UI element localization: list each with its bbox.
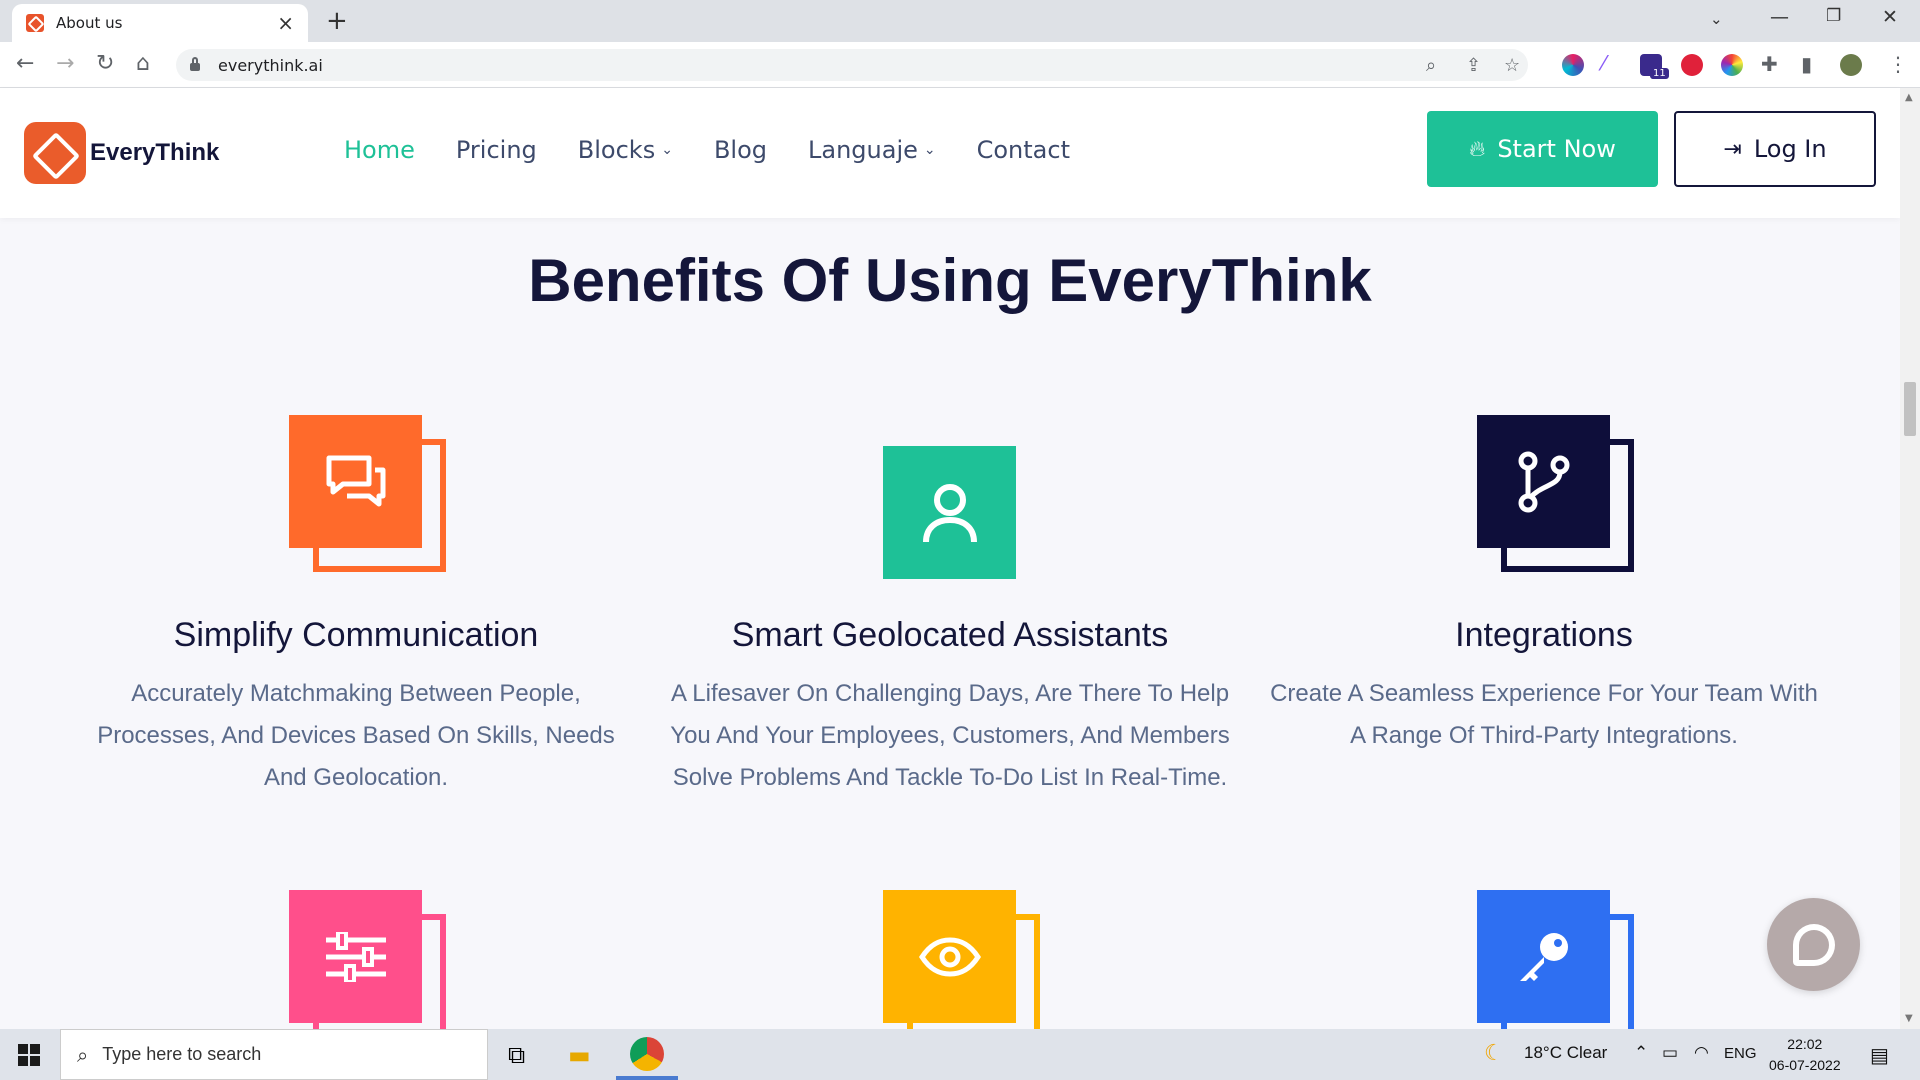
- adblock-icon[interactable]: [1681, 54, 1703, 76]
- nav-blog[interactable]: Blog: [714, 136, 767, 164]
- login-arrow-icon: ⇥: [1723, 136, 1742, 162]
- start-now-button[interactable]: 🔥︎ Start Now: [1427, 111, 1658, 187]
- security-feature-icon: [1477, 890, 1634, 1047]
- nav-contact[interactable]: Contact: [977, 136, 1070, 164]
- chat-bubbles-icon: [289, 415, 422, 548]
- back-arrow-icon[interactable]: ←: [16, 51, 34, 76]
- address-bar[interactable]: everythink.ai ⌕ ⇪ ☆: [176, 49, 1528, 81]
- clock-time: 22:02: [1787, 1036, 1823, 1052]
- integrations-feature-icon: [1477, 415, 1634, 572]
- settings-feature-icon: [289, 890, 446, 1047]
- eye-icon: [883, 890, 1016, 1023]
- nav-language-label: Languaje: [808, 136, 918, 164]
- site-favicon-icon: [26, 14, 44, 32]
- nav-blocks-label: Blocks: [577, 136, 656, 164]
- address-toolbar: ← → ↻ ⌂ everythink.ai ⌕ ⇪ ☆ ⁄ 11 ✚ ▮ ⋮: [0, 42, 1920, 88]
- extension-wheel-icon[interactable]: [1721, 54, 1743, 76]
- feature-description: Accurately Matchmaking Between People, P…: [97, 680, 615, 791]
- nav-contact-label: Contact: [976, 136, 1070, 164]
- url-text: everythink.ai: [218, 55, 323, 75]
- site-header: EveryThink Home Pricing Blocks ⌄ Blog Lan…: [0, 88, 1900, 218]
- zoom-icon[interactable]: ⌕: [1426, 55, 1436, 76]
- log-in-label: Log In: [1753, 135, 1827, 163]
- extension-color-icon[interactable]: [1562, 54, 1584, 76]
- sliders-icon: [289, 890, 422, 1023]
- feature-description: A Lifesaver On Challenging Days, Are The…: [670, 680, 1230, 791]
- bookmark-star-icon[interactable]: ☆: [1504, 55, 1520, 76]
- nav-blocks[interactable]: Blocks ⌄: [578, 136, 673, 164]
- page-scrollbar[interactable]: ▲ ▼: [1900, 88, 1920, 1029]
- browser-tab[interactable]: About us ×: [12, 4, 308, 42]
- sidepanel-icon[interactable]: ▮: [1801, 52, 1812, 76]
- nav-home-label: Home: [344, 136, 415, 164]
- hidden-icons-chevron-icon[interactable]: ⌃: [1634, 1043, 1648, 1063]
- key-icon: [1477, 890, 1610, 1023]
- page-title: Benefits Of Using EveryThink: [528, 247, 1372, 314]
- browser-tab-strip: About us × + ⌄ — ❐ ✕: [0, 0, 1920, 42]
- scroll-thumb[interactable]: [1904, 382, 1916, 436]
- logo-text: EveryThink: [90, 139, 220, 166]
- clock-date: 06-07-2022: [1769, 1057, 1841, 1073]
- feature-description: Create A Seamless Experience For Your Te…: [1270, 680, 1818, 749]
- feature-title: Integrations: [1455, 616, 1633, 654]
- battery-icon[interactable]: ▭: [1662, 1043, 1678, 1063]
- git-branch-icon: [1477, 415, 1610, 548]
- flame-icon: 🔥︎: [1469, 136, 1486, 162]
- chrome-taskbar-icon[interactable]: [630, 1037, 664, 1071]
- scroll-up-icon[interactable]: ▲: [1905, 92, 1913, 103]
- start-now-label: Start Now: [1497, 135, 1616, 163]
- chevron-down-icon: ⌄: [661, 142, 673, 158]
- assistants-feature-icon: [883, 446, 1040, 603]
- chat-icon: [1792, 923, 1835, 966]
- weather-moon-icon: ☾: [1484, 1040, 1504, 1065]
- task-view-icon[interactable]: ⧉: [508, 1041, 525, 1069]
- windows-taskbar: ⌕ Type here to search ⧉ ▬ ☾ 18°C Clear ⌃…: [0, 1029, 1920, 1080]
- restore-button[interactable]: ❐: [1826, 6, 1841, 26]
- forward-arrow-icon[interactable]: →: [56, 51, 74, 76]
- menu-kebab-icon[interactable]: ⋮: [1888, 52, 1908, 76]
- nav-home[interactable]: Home: [344, 136, 415, 164]
- site-logo[interactable]: EveryThink: [24, 122, 219, 184]
- feature-title: Smart Geolocated Assistants: [731, 616, 1169, 654]
- chevron-down-icon: ⌄: [923, 142, 936, 158]
- nav-pricing[interactable]: Pricing: [456, 136, 537, 164]
- share-icon[interactable]: ⇪: [1466, 55, 1481, 76]
- weather-text[interactable]: 18°C Clear: [1524, 1043, 1607, 1063]
- taskbar-clock[interactable]: 22:02 06-07-2022: [1769, 1034, 1841, 1076]
- tab-title: About us: [56, 14, 123, 32]
- visibility-feature-icon: [883, 890, 1040, 1047]
- search-placeholder: Type here to search: [102, 1044, 262, 1064]
- main-nav: Home Pricing Blocks ⌄ Blog Languaje ⌄ Cont…: [344, 136, 1070, 164]
- active-app-indicator: [616, 1076, 678, 1080]
- logo-mark-icon: [24, 122, 86, 184]
- notifications-icon[interactable]: ▤: [1870, 1043, 1889, 1068]
- wifi-icon[interactable]: ◠: [1694, 1043, 1709, 1063]
- extension-badge: 11: [1650, 68, 1669, 79]
- minimize-button[interactable]: —: [1770, 6, 1789, 28]
- search-icon: ⌕: [77, 1042, 89, 1067]
- close-tab-icon[interactable]: ×: [277, 11, 294, 35]
- scroll-down-icon[interactable]: ▼: [1905, 1013, 1913, 1024]
- lock-icon: [190, 57, 200, 71]
- window-close-button[interactable]: ✕: [1882, 6, 1898, 28]
- extension-pen-icon[interactable]: ⁄: [1602, 51, 1624, 75]
- windows-start-button[interactable]: [18, 1044, 40, 1066]
- new-tab-button[interactable]: +: [326, 6, 348, 36]
- extensions-puzzle-icon[interactable]: ✚: [1761, 52, 1778, 76]
- profile-avatar[interactable]: [1840, 54, 1862, 76]
- nav-pricing-label: Pricing: [455, 136, 537, 164]
- taskbar-search[interactable]: ⌕ Type here to search: [60, 1029, 488, 1080]
- nav-blog-label: Blog: [713, 136, 767, 164]
- tab-search-chevron-icon[interactable]: ⌄: [1710, 10, 1723, 28]
- user-icon: [883, 446, 1016, 579]
- feature-title: Simplify Communication: [173, 616, 539, 654]
- log-in-button[interactable]: ⇥ Log In: [1674, 111, 1876, 187]
- nav-language[interactable]: Languaje ⌄: [808, 136, 936, 164]
- home-icon[interactable]: ⌂: [136, 51, 150, 76]
- file-explorer-icon[interactable]: ▬: [568, 1041, 591, 1069]
- communication-feature-icon: [289, 415, 446, 572]
- chat-widget-button[interactable]: [1767, 898, 1860, 991]
- reload-icon[interactable]: ↻: [96, 51, 114, 76]
- language-indicator[interactable]: ENG: [1724, 1045, 1757, 1062]
